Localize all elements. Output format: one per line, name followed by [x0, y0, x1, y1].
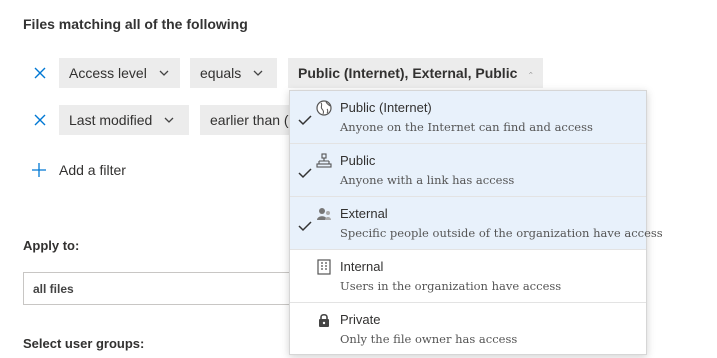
option-private[interactable]: Private Only the file owner has access	[290, 303, 646, 356]
option-description: Users in the organization have access	[340, 279, 562, 293]
option-title: Private	[340, 312, 381, 327]
filter-1-operator-label: equals	[200, 65, 242, 81]
access-level-dropdown-menu: Public (Internet) Anyone on the Internet…	[289, 90, 663, 356]
filter-section-heading: Files matching all of the following	[23, 16, 248, 32]
filter-1-value-label: Public (Internet), External, Public	[298, 65, 518, 81]
filter-1-operator-dropdown[interactable]: equals	[190, 58, 277, 88]
filter-2-operator-dropdown[interactable]: earlier than (	[200, 105, 292, 135]
option-description: Specific people outside of the organizat…	[340, 226, 663, 240]
lock-icon	[319, 313, 329, 327]
building-icon	[317, 259, 331, 275]
option-public-internet[interactable]: Public (Internet) Anyone on the Internet…	[290, 91, 646, 144]
remove-filter-1-icon[interactable]	[32, 65, 48, 81]
option-internal[interactable]: Internal Users in the organization have …	[290, 250, 646, 303]
filter-1-field-label: Access level	[69, 65, 147, 81]
option-public[interactable]: Public Anyone with a link has access	[290, 144, 646, 197]
option-title: Public	[340, 153, 376, 168]
option-description: Anyone with a link has access	[340, 173, 515, 187]
apply-to-label: Apply to:	[23, 238, 80, 253]
chevron-up-icon	[529, 71, 533, 74]
filter-1-value-dropdown[interactable]: Public (Internet), External, Public	[288, 58, 543, 88]
option-title: External	[340, 206, 388, 221]
chevron-down-icon	[159, 70, 169, 76]
add-filter-label: Add a filter	[59, 162, 126, 178]
apply-to-value: all files	[33, 281, 74, 296]
external-people-icon	[317, 208, 331, 220]
checkmark-icon	[298, 115, 312, 126]
option-description: Anyone on the Internet can find and acce…	[340, 120, 593, 134]
select-user-groups-label: Select user groups:	[23, 336, 145, 351]
plus-icon	[32, 163, 46, 177]
option-title: Public (Internet)	[340, 100, 432, 115]
filter-2-operator-label: earlier than (	[210, 112, 289, 128]
filter-2-field-label: Last modified	[69, 112, 153, 128]
add-filter-button[interactable]: Add a filter	[31, 162, 126, 178]
option-external[interactable]: External Specific people outside of the …	[290, 197, 663, 250]
filter-2-field-dropdown[interactable]: Last modified	[59, 105, 189, 135]
option-title: Internal	[340, 259, 384, 274]
chevron-down-icon	[164, 117, 174, 123]
remove-filter-2-icon[interactable]	[32, 112, 48, 128]
share-link-icon	[316, 153, 332, 168]
apply-to-dropdown[interactable]: all files	[23, 272, 313, 305]
checkmark-icon	[298, 221, 312, 232]
filter-1-field-dropdown[interactable]: Access level	[59, 58, 180, 88]
globe-icon	[316, 100, 332, 116]
chevron-down-icon	[253, 70, 263, 76]
option-description: Only the file owner has access	[340, 332, 518, 346]
checkmark-icon	[298, 168, 312, 179]
